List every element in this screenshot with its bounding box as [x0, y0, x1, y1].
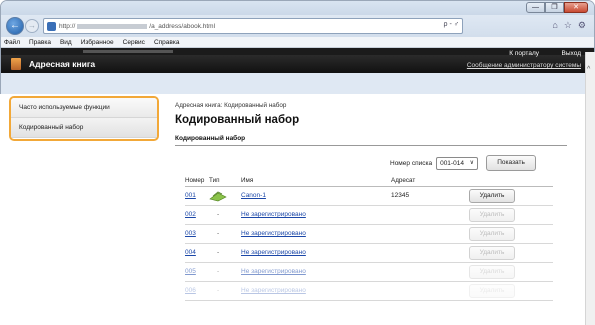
sidebar-item-coded-dial[interactable]: Кодированный набор	[11, 118, 157, 138]
table-row: 004 - Не зарегистрировано Удалить	[185, 243, 553, 263]
table-row: 002 - Не зарегистрировано Удалить	[185, 205, 553, 225]
address-bar[interactable]: http:// /a_address/abook.html ρ - ♂	[43, 18, 463, 34]
row-number-link[interactable]: 002	[185, 211, 196, 218]
logout-link[interactable]: Выход	[562, 50, 581, 57]
column-destination: Адресат	[391, 177, 469, 187]
row-type: -	[209, 281, 241, 301]
row-type: -	[209, 224, 241, 244]
device-name-redacted	[83, 50, 173, 53]
back-button[interactable]: ←	[6, 17, 24, 35]
list-number-label: Номер списка	[390, 159, 433, 167]
table-header-row: Номер Тип Имя Адресат	[185, 177, 553, 187]
title-bar: — ❐ ✕	[1, 1, 594, 15]
row-number-link[interactable]: 005	[185, 268, 196, 275]
address-suffix: /a_address/abook.html	[149, 22, 216, 30]
address-prefix: http://	[59, 22, 76, 30]
app-top-strip	[1, 48, 594, 55]
address-book-icon	[11, 58, 21, 70]
address-redacted	[77, 23, 148, 29]
table-row: 006 - Не зарегистрировано Удалить	[185, 281, 553, 301]
window-controls: — ❐ ✕	[526, 2, 588, 13]
row-destination	[391, 224, 469, 244]
page-title: Кодированный набор	[175, 114, 300, 126]
row-number-link[interactable]: 003	[185, 230, 196, 237]
menu-tools[interactable]: Сервис	[123, 39, 145, 46]
search-refresh-icons[interactable]: ρ - ♂	[444, 21, 459, 28]
column-action	[469, 177, 553, 187]
vertical-scrollbar[interactable]: ^	[585, 52, 595, 325]
breadcrumb: Адресная книга: Кодированный набор	[175, 102, 287, 109]
maximize-button[interactable]: ❐	[545, 2, 564, 13]
toolbar-icons: ⌂ ☆ ⚙	[552, 20, 586, 31]
row-name-link[interactable]: Не зарегистрировано	[241, 268, 306, 275]
row-type: -	[209, 243, 241, 263]
row-type: -	[209, 262, 241, 282]
row-number-link[interactable]: 001	[185, 192, 196, 199]
delete-button[interactable]: Удалить	[469, 264, 515, 279]
column-name: Имя	[241, 177, 391, 187]
navigation-bar: ← → http:// /a_address/abook.html ρ - ♂ …	[1, 15, 594, 37]
scroll-up-icon[interactable]: ^	[587, 66, 590, 73]
home-icon[interactable]: ⌂	[552, 20, 557, 31]
table-row: 003 - Не зарегистрировано Удалить	[185, 224, 553, 244]
row-name-link[interactable]: Canon-1	[241, 192, 266, 199]
column-number: Номер	[185, 177, 209, 187]
content-area: Часто используемые функции Кодированный …	[0, 94, 585, 325]
row-number-link[interactable]: 004	[185, 249, 196, 256]
row-destination	[391, 243, 469, 263]
show-button[interactable]: Показать	[486, 155, 537, 171]
delete-button[interactable]: Удалить	[469, 283, 515, 298]
column-type: Тип	[209, 177, 241, 187]
close-button[interactable]: ✕	[564, 2, 588, 13]
row-name-link[interactable]: Не зарегистрировано	[241, 230, 306, 237]
menu-view[interactable]: Вид	[60, 39, 72, 46]
menu-help[interactable]: Справка	[154, 39, 180, 46]
chevron-down-icon: ∨	[469, 159, 475, 166]
list-number-select[interactable]: 001-014 ∨	[436, 156, 479, 170]
favorites-star-icon[interactable]: ☆	[564, 20, 572, 31]
list-controls: Номер списка 001-014 ∨ Показать	[390, 155, 537, 171]
section-title: Кодированный набор	[175, 135, 567, 146]
menu-bar: Файл Правка Вид Избранное Сервис Справка	[1, 37, 594, 48]
row-name-link[interactable]: Не зарегистрировано	[241, 287, 306, 294]
delete-button[interactable]: Удалить	[469, 245, 515, 260]
forward-button[interactable]: →	[25, 19, 39, 33]
minimize-button[interactable]: —	[526, 2, 545, 13]
delete-button[interactable]: Удалить	[469, 207, 515, 222]
row-destination	[391, 205, 469, 225]
row-destination	[391, 262, 469, 282]
main-panel: Адресная книга: Кодированный набор Кодир…	[175, 94, 585, 301]
admin-message-link[interactable]: Сообщение администратору системы	[467, 62, 581, 69]
fax-icon	[209, 191, 227, 201]
row-number-link[interactable]: 006	[185, 287, 196, 294]
row-destination	[391, 281, 469, 301]
sidebar: Часто используемые функции Кодированный …	[9, 96, 159, 141]
menu-edit[interactable]: Правка	[29, 39, 51, 46]
list-number-value: 001-014	[440, 159, 464, 167]
row-name-link[interactable]: Не зарегистрировано	[241, 249, 306, 256]
settings-gear-icon[interactable]: ⚙	[578, 20, 586, 31]
row-type: -	[209, 205, 241, 225]
sidebar-item-frequent-functions[interactable]: Часто используемые функции	[11, 98, 157, 118]
page-icon	[47, 21, 56, 31]
table-row: 005 - Не зарегистрировано Удалить	[185, 262, 553, 282]
portal-link[interactable]: К порталу	[509, 50, 539, 57]
app-header: Адресная книга К порталу Выход Сообщение…	[1, 50, 594, 73]
delete-button[interactable]: Удалить	[469, 226, 515, 241]
row-destination: 12345	[391, 186, 469, 206]
table-row: 001 Canon-1 12345 Удалить	[185, 186, 553, 206]
menu-file[interactable]: Файл	[4, 39, 20, 46]
address-table: Номер Тип Имя Адресат 001 Canon-1 12345 …	[185, 177, 553, 301]
menu-favorites[interactable]: Избранное	[81, 39, 114, 46]
app-title: Адресная книга	[29, 59, 96, 69]
row-name-link[interactable]: Не зарегистрировано	[241, 211, 306, 218]
delete-button[interactable]: Удалить	[469, 188, 515, 203]
